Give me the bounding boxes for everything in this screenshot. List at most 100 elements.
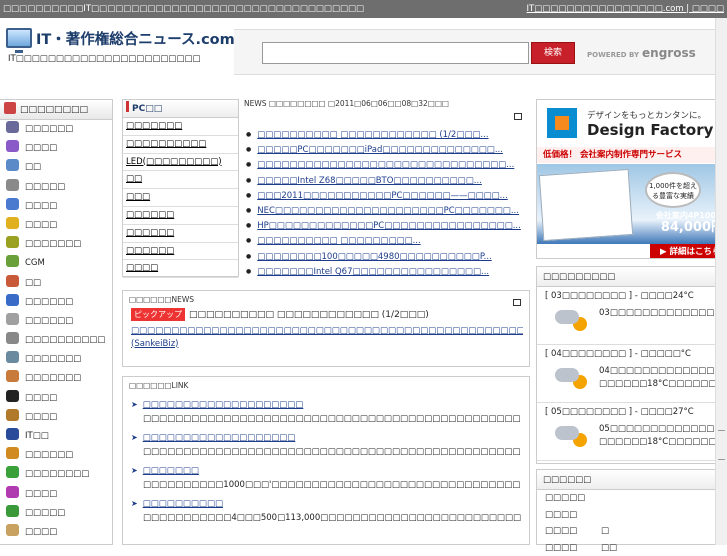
category-icon (6, 275, 19, 287)
search-area: 検索 POWERED BYengross (234, 29, 727, 75)
weather-day-label: [ 05□□□□□□□□ ] - □□□□27°C (545, 407, 694, 417)
site-logo[interactable]: IT・著作権総合ニュース.com IT□□□□□□□□□□□□□□□□□□□□□… (4, 26, 232, 76)
weather-day-label: [ 03□□□□□□□□ ] - □□□□24°C (545, 291, 694, 301)
sidebar-item[interactable]: □□□□□□ (0, 312, 112, 331)
sidebar-item-label: □□ (25, 162, 41, 172)
news-link[interactable]: □□□□□PC□□□□□□□iPad□□□□□□□□□□□□□□... (257, 145, 503, 155)
sidebar-item[interactable]: □□□□ (0, 139, 112, 158)
sidebar-item[interactable]: □□□□ (0, 523, 112, 542)
stats-value: □ (601, 523, 609, 540)
category-icon (6, 159, 19, 171)
pickup-description[interactable]: □□□□□□□□□□□□□□□□□□□□□□□□□□□□□□□□□□□□□□□□… (131, 325, 523, 351)
category-icon (6, 428, 19, 440)
pc-menu-item[interactable]: □□□□□□□ (123, 118, 238, 136)
weather-day: [ 03□□□□□□□□ ] - □□□□24°C 03□□□□□□□□□□□□□… (537, 287, 726, 345)
news-link[interactable]: HP□□□□□□□□□□□□□PC□□□□□□□□□□□□□□□□... (257, 221, 521, 231)
sidebar-item[interactable]: □□□□□ (0, 178, 112, 197)
link-description: □□□□□□□□□□1000□□□'□□□□□□□□□□□□□□□□□□□□□□… (131, 478, 521, 493)
sidebar-item[interactable]: □□□□□□□ (0, 369, 112, 388)
category-icon (6, 370, 19, 382)
top-bar-link[interactable]: IT□□□□□□□□□□□□□□□□.com | □□□□ (527, 0, 724, 18)
home-icon (4, 102, 16, 114)
sidebar-item[interactable]: IT□□ (0, 427, 112, 446)
stats-label[interactable]: □□□□□ (545, 493, 585, 503)
sidebar-item[interactable]: □□□□ (0, 197, 112, 216)
scrollbar-grip[interactable] (718, 430, 725, 460)
weather-icon (553, 365, 589, 391)
search-button[interactable]: 検索 (531, 42, 575, 64)
news-link[interactable]: □□□□□□□□□□ □□□□□□□□□□□□ (1/2□□□... (257, 130, 488, 140)
stats-label: □□□□ (545, 526, 577, 536)
pc-menu-item[interactable]: □□□□ (123, 260, 238, 278)
weather-day-text: 04□□□□□□□□□□□□□□□□□□□□□26°C □□□□□□18°C□□… (599, 365, 721, 392)
design-factory-logo-icon (547, 108, 577, 138)
weather-day-text: 03□□□□□□□□□□□□□□□□□□□□□15°C□□□□□□ (599, 307, 721, 334)
sidebar-item[interactable]: □□□□□□ (0, 120, 112, 139)
pickup-title[interactable]: □□□□□□□□□□ □□□□□□□□□□□□ (1/2□□□) (189, 310, 429, 320)
category-icon (6, 121, 19, 133)
stats-row: □□□□□ (537, 490, 726, 507)
rss-icon[interactable] (513, 299, 521, 306)
link-title[interactable]: □□□□□□□□□□□□□□□□□□□□ (131, 397, 521, 412)
sidebar-item-label: □□□□ (25, 489, 57, 499)
news-item: □□□□□PC□□□□□□□iPad□□□□□□□□□□□□□□... (244, 142, 530, 157)
rss-icon[interactable] (514, 113, 522, 120)
pc-menu-item[interactable]: □□□ (123, 189, 238, 207)
sidebar-item[interactable]: □□ (0, 158, 112, 177)
sidebar-item[interactable]: □□□□□□ (0, 446, 112, 465)
cloud-icon (555, 368, 579, 382)
sidebar-item[interactable]: □□□□□□□ (0, 350, 112, 369)
sidebar-item[interactable]: □□□□ (0, 408, 112, 427)
news-link[interactable]: NEC□□□□□□□□□□□□□□□□□□□□□PC□□□□□□□... (257, 206, 519, 216)
weather-day: [ 05□□□□□□□□ ] - □□□□27°C05□□□□□□□□□□□□□… (537, 403, 726, 461)
pc-menu-item[interactable]: LED(□□□□□□□□□) (123, 154, 238, 172)
weather-heading: □□□□□□□□□ (537, 267, 726, 287)
pickup-header: □□□□□□NEWS (123, 291, 529, 308)
site-title[interactable]: IT・著作権総合ニュース.com (36, 28, 235, 49)
sidebar-item[interactable]: □□□□ (0, 216, 112, 235)
sidebar-item[interactable]: □□□□□□ (0, 293, 112, 312)
sidebar-item[interactable]: □□□□ (0, 485, 112, 504)
sidebar-item-label: □□□□□□□□□□ (25, 335, 105, 345)
pc-menu-heading: PC□□ (123, 100, 238, 118)
sidebar-item[interactable]: □□□□□□□□ (0, 465, 112, 484)
design-factory-ad[interactable]: デザインをもっとカンタンに。 Design Factory 低価格！ 会社案内制… (536, 99, 727, 259)
link-title[interactable]: □□□□□□□ (131, 463, 521, 478)
sidebar-item[interactable]: □□□□□□□ (0, 235, 112, 254)
news-link[interactable]: □□□□□□□Intel Q67□□□□□□□□□□□□□□□□... (257, 267, 489, 277)
news-link[interactable]: □□□□□□□□□□□□□□□□□□□□□□□□□□□□□□□... (257, 160, 514, 170)
news-link[interactable]: □□□□□□□□□□ □□□□□□□□□... (257, 236, 420, 246)
news-item: □□□□□□□Intel Q67□□□□□□□□□□□□□□□□... (244, 264, 530, 279)
sidebar-item[interactable]: □□□□□ (0, 504, 112, 523)
pc-menu-item[interactable]: □□□□□□ (123, 207, 238, 225)
ad-price-label: 会社案内4P100部 (656, 211, 724, 220)
scrollbar[interactable] (715, 18, 727, 545)
sidebar-item-label: IT□□ (25, 431, 49, 441)
pc-category-menu: PC□□ □□□□□□□□□□□□□□□□□LED(□□□□□□□□□)□□□□… (122, 99, 239, 277)
news-item: □□□□□□□□□□□□□□□□□□□□□□□□□□□□□□□... (244, 157, 530, 172)
search-input[interactable] (262, 42, 529, 64)
link-title[interactable]: □□□□□□□□□□ (131, 496, 521, 511)
news-link[interactable]: □□□□□□□□100□□□□□4980□□□□□□□□□□P... (257, 252, 491, 262)
pc-menu-item[interactable]: □□ (123, 171, 238, 189)
pc-menu-item[interactable]: □□□□□□ (123, 225, 238, 243)
pc-menu-heading-label: PC□□ (132, 104, 162, 114)
stats-label[interactable]: □□□□ (545, 510, 577, 520)
pc-menu-item[interactable]: □□□□□□ (123, 243, 238, 261)
sidebar-item[interactable]: □□□□ (0, 389, 112, 408)
link-title[interactable]: □□□□□□□□□□□□□□□□□□□ (131, 430, 521, 445)
sidebar-item[interactable]: □□□□□□□□□□ (0, 331, 112, 350)
weather-box: □□□□□□□□□ [ 03□□□□□□□□ ] - □□□□24°C 03□□□… (536, 266, 727, 464)
powered-by: POWERED BYengross (587, 46, 696, 60)
news-link[interactable]: □□□□□Intel Z68□□□□□BTO□□□□□□□□□□... (257, 176, 482, 186)
category-icon (6, 351, 19, 363)
sidebar-item[interactable]: CGM (0, 254, 112, 273)
top-bar-text: □□□□□□□□□□IT□□□□□□□□□□□□□□□□□□□□□□□□□□□□… (3, 0, 364, 18)
sidebar-item[interactable]: □□ (0, 274, 112, 293)
news-link[interactable]: □□□2011□□□□□□□□□□□PC□□□□□□——□□□□... (257, 191, 508, 201)
ad-image: 1,000件を超える豊富な実績 会社案内4P100部84,000円 (537, 164, 727, 244)
pc-menu-item[interactable]: □□□□□□□□□□ (123, 136, 238, 154)
sidebar-item-label: □□□□ (25, 412, 57, 422)
news-item: NEC□□□□□□□□□□□□□□□□□□□□□PC□□□□□□□... (244, 203, 530, 218)
link-description: □□□□□□□□□□□□□□□□□□□□□□□□□□□□□□□□□□□□□□□□… (131, 445, 521, 460)
